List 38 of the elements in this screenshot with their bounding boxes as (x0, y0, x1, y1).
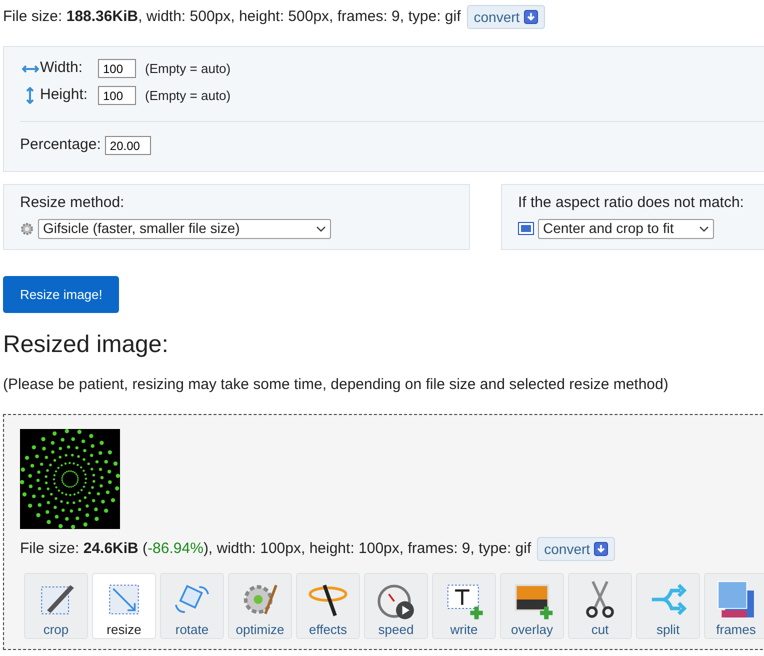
tool-button[interactable]: optimize (228, 573, 292, 640)
field-label: Percentage: (20, 135, 101, 156)
note-text: (Please be patient, resizing may take some time, depending on file size and selected resize method) (3, 374, 670, 395)
tool-button[interactable]: rotate (160, 573, 224, 640)
tool-button[interactable]: split (636, 573, 700, 640)
picture-frame-icon (518, 222, 534, 235)
number-field[interactable]: 100 (98, 86, 136, 105)
field-label: Resize method: (20, 193, 126, 213)
convert-button[interactable]: convert (537, 537, 616, 562)
vertical-arrow-icon (25, 87, 35, 104)
caret-icon (316, 226, 326, 232)
tool-button[interactable]: overlay (500, 573, 564, 640)
dropdown[interactable]: Gifsicle (faster, smaller file size) (38, 218, 331, 238)
tool-button[interactable]: speed (364, 573, 428, 640)
resize-button[interactable]: Resize image! (3, 276, 120, 313)
number-field[interactable]: 100 (98, 59, 136, 78)
gear-icon (20, 222, 34, 236)
horizontal-arrow-icon (22, 64, 38, 74)
field-label: If the aspect ratio does not match: (518, 193, 745, 213)
field-hint: (Empty = auto) (145, 60, 231, 78)
percentage-field[interactable]: 20.00 (104, 136, 151, 155)
download-icon (594, 542, 608, 556)
dropdown[interactable]: Center and crop to fit (538, 218, 714, 238)
field-label: Width: (40, 58, 83, 78)
tool-button[interactable]: write (432, 573, 496, 640)
tool-button[interactable]: frames (704, 573, 764, 640)
tool-button[interactable]: crop (24, 573, 88, 640)
tool-button[interactable]: cut (568, 573, 632, 640)
file-info-text: File size: 188.36KiB, width: 500px, height: 500px, frames: 9, type: gif (3, 6, 461, 27)
download-icon (524, 10, 538, 24)
tool-button[interactable]: effects (296, 573, 360, 640)
field-label: Height: (40, 85, 88, 106)
tool-button[interactable]: resize (92, 573, 156, 640)
convert-button[interactable]: convert (466, 5, 545, 29)
file-info-text: File size: 24.6KiB (-86.94%), width: 100px, height: 100px, frames: 9, type: gif (20, 539, 532, 560)
field-hint: (Empty = auto) (145, 86, 231, 105)
section-heading: Resized image: (3, 331, 170, 360)
caret-icon (699, 226, 709, 232)
